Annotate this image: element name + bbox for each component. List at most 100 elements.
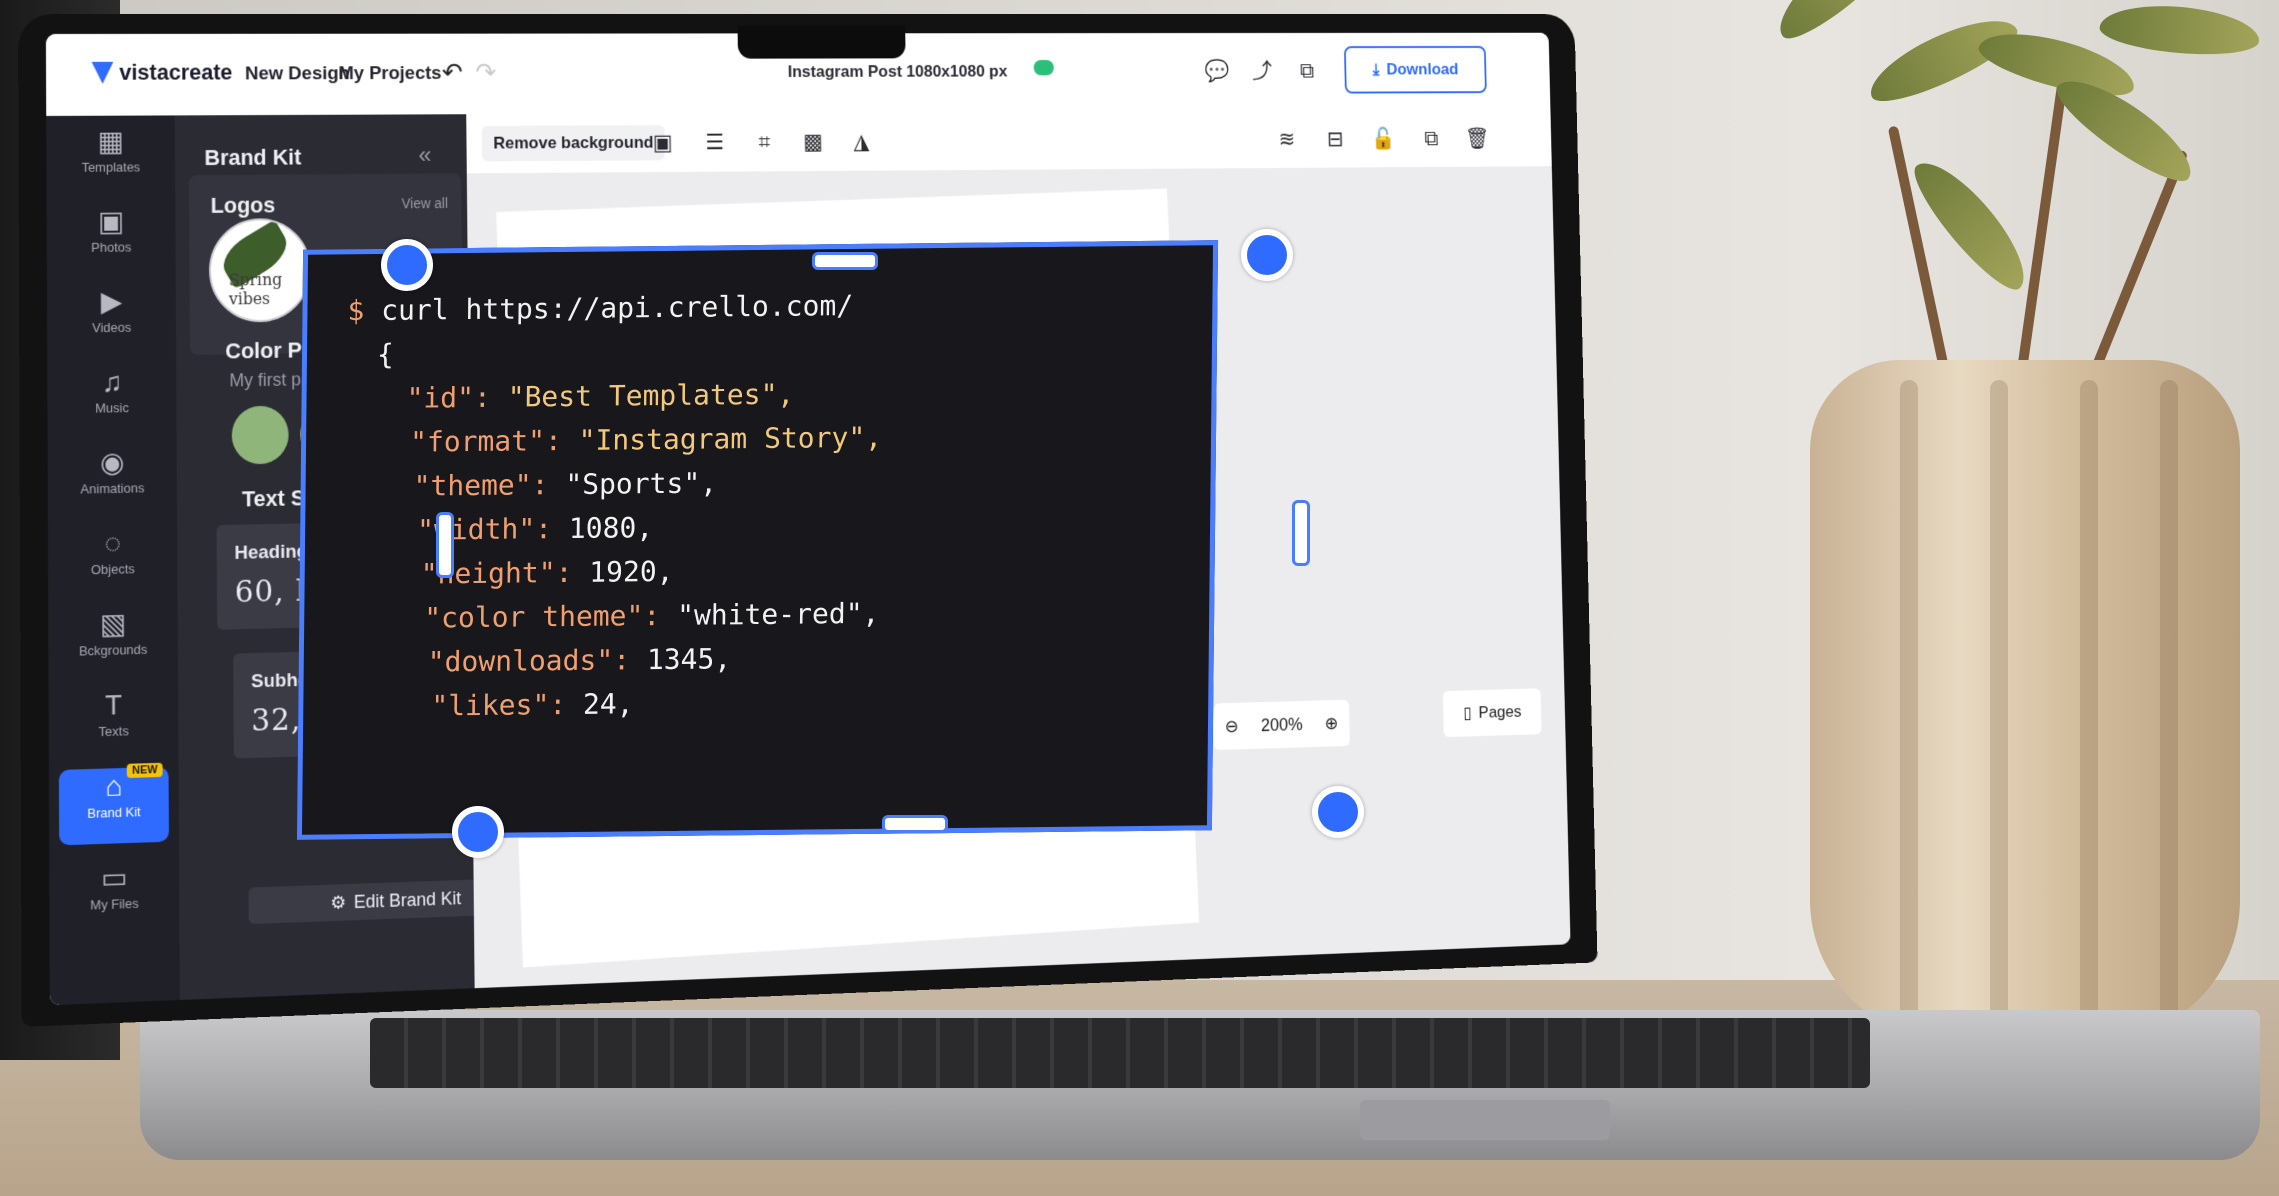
pages-button[interactable]: ▯ Pages [1443,688,1542,737]
vistacreate-logo-icon [92,62,114,84]
nav-my-projects[interactable]: My Projects [338,63,441,85]
sidebar-item-photos[interactable]: ▣ Photos [57,203,166,274]
share-icon[interactable]: ⤴ [1248,56,1277,86]
code-value: 1080, [569,511,654,545]
flip-icon[interactable]: ◮ [846,126,876,157]
brand-logo[interactable]: vistacreate [92,60,233,86]
zoom-control: ⊖ 200% ⊕ [1213,700,1350,751]
new-badge: NEW [127,763,163,778]
video-icon: ▶ [57,283,166,320]
resize-handle-top-left[interactable] [381,239,433,291]
camera-notch [738,26,906,59]
delete-icon[interactable]: 🗑 [1463,123,1492,153]
crop-icon[interactable]: ⌗ [749,127,779,158]
code-key: "format": [410,424,562,459]
code-line: "format": "Instagram Story", [410,421,882,459]
sidebar-item-texts[interactable]: T Texts [59,686,169,760]
resize-handle-bottom-left[interactable] [452,806,504,858]
folder-icon: ▭ [59,858,169,899]
resize-handle-bottom[interactable] [882,815,948,833]
collapse-panel-icon[interactable]: « [418,142,431,170]
code-value: "Sports", [565,466,717,501]
sidebar-rail: ▦ Templates ▣ Photos ▶ Videos ♫ Music ◉ … [46,115,180,1005]
laptop-keyboard [370,1018,1870,1088]
sidebar-item-my-files[interactable]: ▭ My Files [59,858,169,933]
code-value: "Best Templates", [508,378,795,414]
code-line: "color theme": "white-red", [424,597,879,635]
sidebar-item-label: Texts [98,723,128,739]
code-line: "height": 1920, [421,555,674,591]
resize-handle-top-right[interactable] [1241,229,1293,281]
zoom-out-icon[interactable]: ⊖ [1225,716,1239,737]
redo-icon[interactable]: ↷ [475,57,496,87]
resize-handle-bottom-right[interactable] [1312,786,1364,838]
document-title[interactable]: Instagram Post 1080x1080 px [788,62,1008,82]
sidebar-item-label: Brand Kit [87,804,140,821]
code-key: "theme": [413,468,548,502]
text-icon: T [59,686,169,726]
color-swatch[interactable] [232,406,289,465]
lock-icon[interactable]: 🔓 [1369,124,1398,154]
logo-text: Spring vibes [229,270,309,309]
undo-icon[interactable]: ↶ [442,57,463,88]
sidebar-item-label: Photos [91,240,131,255]
sidebar-item-music[interactable]: ♫ Music [57,363,166,435]
code-value: 1345, [647,642,732,676]
download-label: Download [1386,60,1458,79]
code-value: "Instagram Story", [578,421,882,457]
replace-image-icon[interactable]: ▣ [647,127,678,158]
pages-icon: ▯ [1463,704,1472,723]
sidebar-item-label: Objects [91,561,135,577]
sidebar-item-brand-kit[interactable]: NEW ⌂ Brand Kit [59,767,169,846]
vase-rib [2160,380,2178,1020]
prompt-symbol: $ [347,294,364,327]
laptop-trackpad [1360,1100,1610,1140]
code-key: "likes": [431,688,566,722]
animation-icon: ◉ [58,444,167,482]
resize-handle-left[interactable] [436,512,454,578]
adjust-icon[interactable]: ☰ [699,127,730,158]
vase-rib [1990,380,2008,1020]
comment-icon[interactable]: 💬 [1202,56,1231,87]
resize-handle-right[interactable] [1292,500,1310,566]
vase-rib [1900,380,1918,1020]
transparency-icon[interactable]: ▩ [798,126,828,157]
sidebar-item-videos[interactable]: ▶ Videos [57,283,166,355]
sidebar-item-animations[interactable]: ◉ Animations [58,444,168,517]
sidebar-item-objects[interactable]: ◌ Objects [58,524,168,597]
code-open-brace: { [377,338,394,371]
code-line: "theme": "Sports", [413,466,717,502]
logos-title: Logos [211,192,276,218]
code-value: "white-red", [677,597,880,632]
code-key: "downloads": [428,643,631,678]
download-button[interactable]: ⤓ Download [1344,46,1487,94]
sidebar-item-label: Videos [92,320,131,336]
sidebar-item-label: Bckgrounds [79,642,147,659]
code-command-line: $ curl https://api.crello.com/ [347,289,853,327]
download-icon: ⤓ [1372,60,1379,79]
shapes-icon: ◌ [58,524,168,563]
cloud-saved-icon [1034,60,1054,75]
resize-icon[interactable]: ⧉ [1292,56,1321,86]
music-icon: ♫ [57,363,166,401]
zoom-level[interactable]: 200% [1261,714,1303,736]
code-line: "id": "Best Templates", [406,378,794,415]
sidebar-item-templates[interactable]: ▦ Templates [56,123,165,194]
sidebar-item-label: Templates [82,159,141,174]
align-icon[interactable]: ⊟ [1321,124,1350,155]
view-all-link[interactable]: View all [401,195,447,211]
grid-icon: ▦ [56,123,165,160]
remove-background-button[interactable]: Remove background [482,125,665,161]
brand-logo-thumbnail[interactable]: Spring vibes [209,218,311,323]
layers-icon[interactable]: ≋ [1272,124,1301,155]
zoom-in-icon[interactable]: ⊕ [1325,713,1339,734]
code-line: "likes": 24, [431,687,634,722]
code-value: 24, [583,687,634,721]
sidebar-item-backgrounds[interactable]: ▧ Bckgrounds [58,605,168,679]
image-icon: ▣ [57,203,166,240]
nav-new-design[interactable]: New Design [245,63,350,85]
duplicate-icon[interactable]: ⧉ [1417,123,1446,153]
background-icon: ▧ [58,605,168,644]
resize-handle-top[interactable] [812,252,878,270]
pages-label: Pages [1478,702,1521,722]
